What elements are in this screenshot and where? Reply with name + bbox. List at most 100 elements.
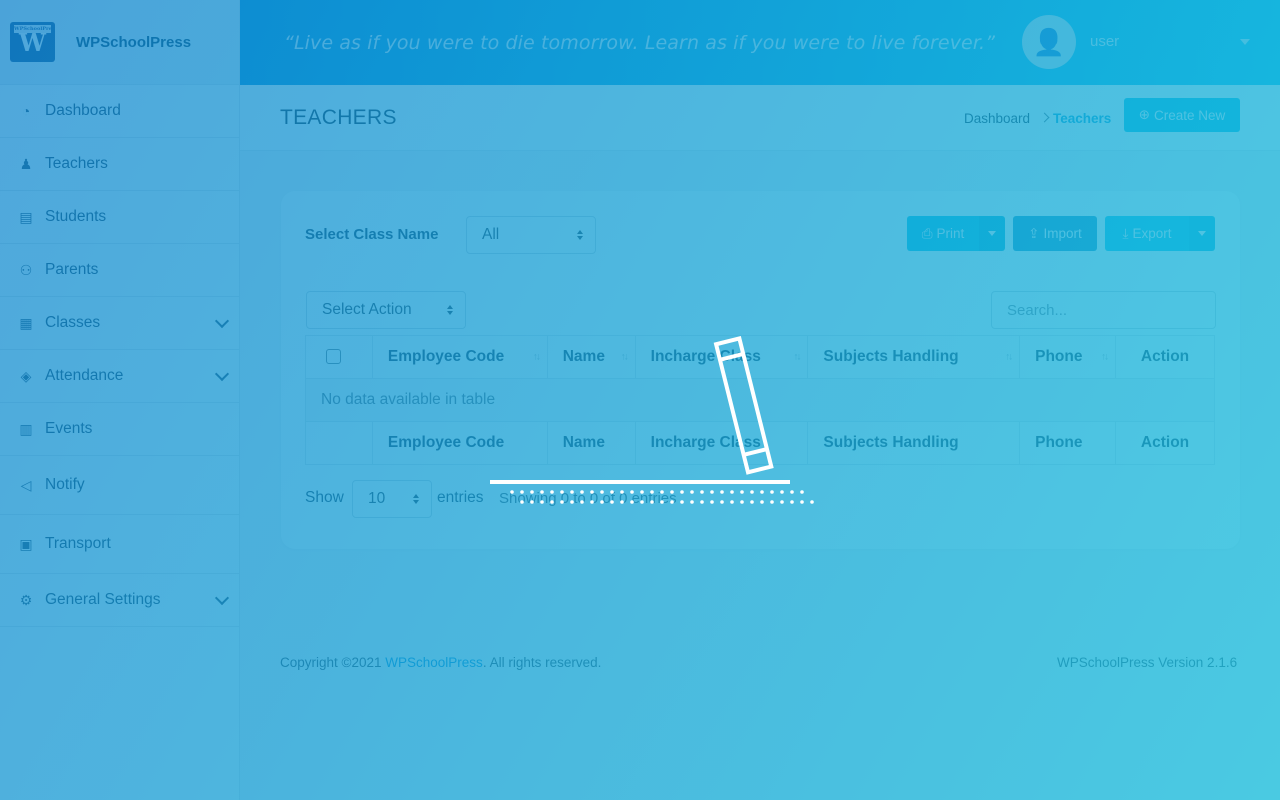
caret-down-icon[interactable] xyxy=(1240,39,1250,45)
class-select[interactable]: All xyxy=(466,216,596,254)
calendar-icon: ▥ xyxy=(19,420,33,437)
sidebar-item-classes[interactable]: ▦ Classes xyxy=(0,297,239,350)
footer-brand-link[interactable]: WPSchoolPress xyxy=(385,655,483,670)
ticket-icon: ◈ xyxy=(20,367,32,384)
sidebar-item-label: Notify xyxy=(45,476,85,493)
create-new-label: Create New xyxy=(1154,107,1226,123)
brand-logo-roof: WPSchoolPress xyxy=(14,25,55,33)
sidebar: WPSchoolPress W WPSchoolPress ◔ Dashboar… xyxy=(0,0,240,800)
dashboard-gauge-icon: ◔ xyxy=(21,103,31,119)
classes-table-icon: ▦ xyxy=(19,314,33,331)
page-header: TEACHERS Dashboard Teachers ⊕ Create New xyxy=(240,85,1280,151)
sidebar-item-label: General Settings xyxy=(45,591,161,608)
sidebar-item-teachers[interactable]: ♟ Teachers xyxy=(0,138,239,191)
avatar[interactable]: 👤 xyxy=(1022,15,1076,69)
show-label: Show xyxy=(305,489,344,506)
col-label: Action xyxy=(1140,348,1190,365)
copyright-prefix: Copyright ©2021 xyxy=(280,655,386,670)
page-length-value: 10 xyxy=(368,490,386,507)
sidebar-item-general-settings[interactable]: ⚙ General Settings xyxy=(0,574,239,627)
sidebar-item-events[interactable]: ▥ Events xyxy=(0,403,239,456)
download-icon: ⤓ xyxy=(1122,225,1129,241)
footer-col-select xyxy=(305,421,373,465)
page-length-select[interactable]: 10 xyxy=(352,480,432,518)
megaphone-icon: ◁ xyxy=(20,476,32,493)
gear-icon: ⚙ xyxy=(19,591,33,608)
col-action: Action xyxy=(1115,335,1215,379)
sidebar-item-label: Classes xyxy=(45,314,101,331)
loader-dots xyxy=(510,490,814,504)
sidebar-item-transport[interactable]: ▣ Transport xyxy=(0,515,239,574)
sidebar-item-notify[interactable]: ◁ Notify xyxy=(0,456,239,515)
printer-icon: ⎙ xyxy=(921,225,933,241)
footer-version: WPSchoolPress Version 2.1.6 xyxy=(1057,655,1238,670)
plus-circle-icon: ⊕ xyxy=(1138,107,1151,122)
caret-down-icon xyxy=(988,231,996,236)
select-arrows-icon xyxy=(447,305,453,315)
footer-col-action: Action xyxy=(1115,421,1215,465)
sidebar-item-label: Students xyxy=(45,208,107,225)
import-button[interactable]: ⇪ Import xyxy=(1013,216,1097,251)
upload-icon: ⇪ xyxy=(1028,225,1040,241)
brand-logo: WPSchoolPress W xyxy=(10,22,55,62)
sidebar-item-label: Attendance xyxy=(45,367,124,384)
print-label: Print xyxy=(936,226,965,241)
col-label: Phone xyxy=(1035,348,1083,365)
chevron-down-icon[interactable] xyxy=(214,313,230,329)
sidebar-item-parents[interactable]: ⚇ Parents xyxy=(0,244,239,297)
class-select-value: All xyxy=(482,226,500,243)
bus-icon: ▣ xyxy=(19,535,33,552)
sidebar-item-students[interactable]: ▤ Students xyxy=(0,191,239,244)
select-all-checkbox[interactable] xyxy=(326,349,341,365)
pencil-loader-icon xyxy=(490,336,814,504)
create-new-button[interactable]: ⊕ Create New xyxy=(1124,98,1240,132)
topbar: “Live as if you were to die tomorrow. Le… xyxy=(240,0,1280,85)
breadcrumb-current: Teachers xyxy=(1053,111,1112,126)
sidebar-item-label: Dashboard xyxy=(45,102,121,119)
bulk-action-value: Select Action xyxy=(322,301,412,318)
caret-down-icon xyxy=(1198,231,1206,236)
teacher-user-icon: ♟ xyxy=(19,155,33,172)
sidebar-item-label: Transport xyxy=(45,535,111,552)
bulk-action-select[interactable]: Select Action xyxy=(306,291,466,329)
sidebar-item-label: Events xyxy=(45,420,93,437)
entries-label: entries xyxy=(437,489,484,506)
brand-name: WPSchoolPress xyxy=(76,33,192,51)
select-all-header xyxy=(305,335,373,379)
col-label: Subjects Handling xyxy=(823,348,959,365)
export-dropdown-toggle[interactable] xyxy=(1189,216,1215,251)
export-button[interactable]: ⤓ Export xyxy=(1105,216,1189,251)
group-users-icon: ⚇ xyxy=(19,261,33,278)
sidebar-item-label: Teachers xyxy=(45,155,108,172)
col-label: Employee Code xyxy=(387,348,505,365)
export-label: Export xyxy=(1132,226,1172,241)
search-input[interactable] xyxy=(991,291,1216,329)
header-quote: “Live as if you were to die tomorrow. Le… xyxy=(284,31,996,54)
page-title: TEACHERS xyxy=(280,106,397,129)
class-filter-label: Select Class Name xyxy=(305,226,439,243)
brand[interactable]: WPSchoolPress W WPSchoolPress xyxy=(0,0,239,85)
footer-copyright: Copyright ©2021 WPSchoolPress. All right… xyxy=(280,655,601,670)
sort-icon: ↑↓ xyxy=(1101,351,1109,363)
chevron-right-icon xyxy=(1039,112,1050,123)
username[interactable]: user xyxy=(1090,33,1119,50)
chevron-down-icon[interactable] xyxy=(214,366,230,382)
sidebar-item-dashboard[interactable]: ◔ Dashboard xyxy=(0,85,239,138)
import-label: Import xyxy=(1043,226,1082,241)
sidebar-item-label: Parents xyxy=(45,261,99,278)
footer-col-phone: Phone xyxy=(1019,421,1117,465)
id-card-icon: ▤ xyxy=(19,208,33,225)
print-button[interactable]: ⎙ Print xyxy=(907,216,979,251)
sort-icon: ↑↓ xyxy=(1005,351,1013,363)
print-dropdown-toggle[interactable] xyxy=(979,216,1005,251)
breadcrumb-home[interactable]: Dashboard xyxy=(964,111,1030,126)
copyright-suffix: . All rights reserved. xyxy=(482,655,602,670)
sidebar-item-attendance[interactable]: ◈ Attendance xyxy=(0,350,239,403)
select-arrows-icon xyxy=(577,230,583,240)
select-arrows-icon xyxy=(413,494,419,504)
user-icon: 👤 xyxy=(1032,26,1066,57)
col-phone[interactable]: Phone ↑↓ xyxy=(1019,335,1117,379)
col-subjects-handling[interactable]: Subjects Handling ↑↓ xyxy=(807,335,1021,379)
footer-col-subjects-handling: Subjects Handling xyxy=(807,421,1021,465)
chevron-down-icon[interactable] xyxy=(214,590,230,606)
